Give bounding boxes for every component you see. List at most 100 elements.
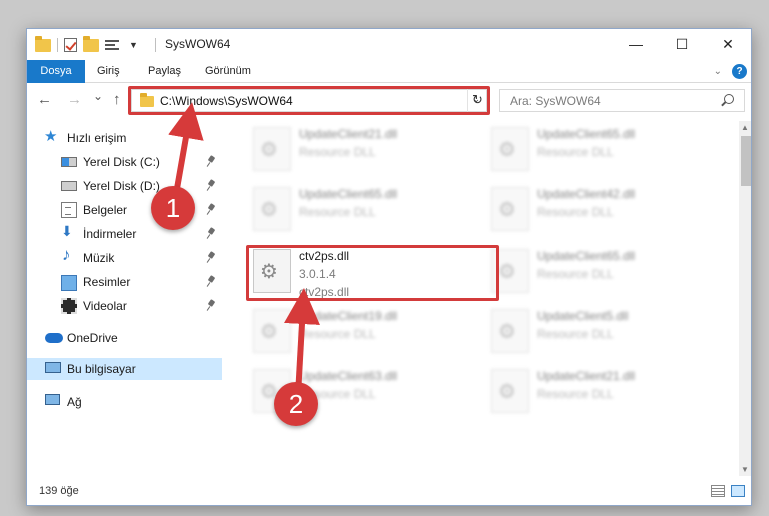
vertical-scrollbar[interactable]: ▲ ▼ (739, 121, 751, 476)
pin-icon (208, 180, 215, 191)
qat-dropdown-icon[interactable]: ▼ (129, 40, 138, 50)
new-folder-icon[interactable] (83, 35, 99, 52)
help-icon[interactable]: ? (732, 64, 747, 79)
expand-ribbon-icon[interactable]: ⌄ (714, 66, 722, 77)
sidebar-item-drive-c[interactable]: Yerel Disk (C:) (27, 151, 222, 173)
file-tile[interactable]: UpdateClient21.dll Resource DLL (247, 121, 477, 177)
scrollbar-thumb[interactable] (741, 136, 751, 186)
sidebar-item-label: Belgeler (83, 203, 128, 217)
up-arrow-icon[interactable]: ↑ (113, 91, 121, 108)
forward-arrow-icon[interactable]: → (67, 91, 82, 108)
this-pc-icon (45, 361, 61, 377)
view-buttons (711, 485, 745, 497)
file-tile[interactable]: UpdateClient65.dll Resource DLL (247, 181, 477, 237)
tab-view[interactable]: Görünüm (205, 60, 251, 83)
search-input[interactable]: Ara: SysWOW64 (499, 89, 745, 112)
navigation-pane: Hızlı erişim Yerel Disk (C:) Yerel Disk … (27, 121, 222, 476)
sidebar-item-label: Videolar (83, 299, 127, 313)
file-name: UpdateClient21.dll (537, 369, 636, 383)
file-description: Resource DLL (537, 205, 614, 219)
file-explorer-window: ▼ SysWOW64 — ☐ ✕ Dosya Giriş Paylaş Görü… (26, 28, 752, 506)
dll-file-icon (491, 127, 529, 171)
file-name: UpdateClient42.dll (537, 187, 636, 201)
file-description: Resource DLL (537, 145, 614, 159)
file-name: UpdateClient19.dll (299, 309, 398, 323)
file-tile[interactable]: UpdateClient65.dll Resource DLL (485, 243, 715, 299)
file-tile[interactable]: UpdateClient42.dll Resource DLL (485, 181, 715, 237)
file-description: Resource DLL (537, 327, 614, 341)
drive-icon (61, 178, 77, 194)
file-name: UpdateClient65.dll (537, 249, 636, 263)
file-name: UpdateClient65.dll (537, 127, 636, 141)
pin-icon (208, 276, 215, 287)
music-icon (61, 245, 77, 266)
file-tile[interactable]: UpdateClient19.dll Resource DLL (247, 303, 477, 359)
pin-icon (208, 228, 215, 239)
tab-share[interactable]: Paylaş (148, 60, 181, 83)
pictures-icon (61, 275, 77, 291)
callout-badge-2: 2 (274, 382, 318, 426)
sidebar-item-label: Müzik (83, 251, 115, 265)
pin-icon (208, 204, 215, 215)
file-tile[interactable]: UpdateClient21.dll Resource DLL (485, 363, 715, 419)
pin-icon (208, 156, 215, 167)
sidebar-item-label: Hızlı erişim (67, 131, 127, 145)
sidebar-item-this-pc[interactable]: Bu bilgisayar (27, 358, 222, 380)
divider (155, 38, 156, 52)
dll-file-icon (491, 309, 529, 353)
scroll-down-icon[interactable]: ▼ (741, 465, 749, 474)
callout-badge-1: 1 (151, 186, 195, 230)
recent-locations-icon[interactable]: ⌄ (93, 89, 103, 103)
sidebar-item-downloads[interactable]: İndirmeler (27, 223, 222, 245)
sidebar-item-label: Resimler (83, 275, 131, 289)
pin-icon (208, 252, 215, 263)
sidebar-item-network[interactable]: Ağ (27, 391, 222, 413)
status-bar: 139 öğe (27, 478, 751, 505)
file-description: Resource DLL (537, 387, 614, 401)
sidebar-item-label: OneDrive (67, 331, 118, 345)
customize-icon[interactable] (105, 38, 123, 52)
sidebar-item-onedrive[interactable]: OneDrive (27, 327, 222, 349)
address-highlight-box (128, 86, 490, 115)
minimize-button[interactable]: — (613, 29, 659, 59)
dll-file-icon (491, 369, 529, 413)
network-icon (45, 394, 61, 410)
search-icon[interactable] (724, 94, 734, 104)
scroll-up-icon[interactable]: ▲ (741, 123, 749, 132)
details-view-icon[interactable] (711, 485, 725, 497)
maximize-button[interactable]: ☐ (659, 29, 705, 59)
sidebar-item-label: Yerel Disk (C:) (83, 155, 160, 169)
onedrive-icon (45, 330, 63, 346)
search-placeholder: Ara: SysWOW64 (510, 94, 601, 108)
file-highlight-box (246, 245, 499, 301)
file-tile[interactable]: UpdateClient65.dll Resource DLL (485, 121, 715, 177)
sidebar-item-videos[interactable]: Videolar (27, 295, 222, 317)
file-name: UpdateClient65.dll (299, 187, 398, 201)
star-icon (44, 127, 61, 146)
sidebar-item-music[interactable]: Müzik (27, 245, 222, 269)
file-tile[interactable]: UpdateClient5.dll Resource DLL (485, 303, 715, 359)
tiles-view-icon[interactable] (731, 485, 745, 497)
tab-file[interactable]: Dosya (27, 60, 85, 83)
sidebar-item-quick-access[interactable]: Hızlı erişim (27, 127, 222, 149)
dll-file-icon (253, 187, 291, 231)
documents-icon (61, 202, 77, 218)
downloads-icon (61, 223, 77, 242)
sidebar-item-pictures[interactable]: Resimler (27, 271, 222, 293)
divider (57, 38, 58, 52)
close-button[interactable]: ✕ (705, 29, 751, 59)
file-description: Resource DLL (299, 145, 376, 159)
back-arrow-icon[interactable]: ← (37, 91, 52, 108)
properties-check-icon[interactable] (64, 38, 77, 52)
navigation-bar: ← → ⌄ ↑ C:\Windows\SysWOW64 ⌄ ↻ Ara: Sys… (27, 84, 751, 118)
file-description: Resource DLL (537, 267, 614, 281)
file-description: Resource DLL (299, 205, 376, 219)
dll-file-icon (253, 127, 291, 171)
videos-icon (61, 298, 77, 314)
sidebar-item-label: Bu bilgisayar (67, 362, 136, 376)
sidebar-item-drive-d[interactable]: Yerel Disk (D:) (27, 175, 222, 197)
ribbon-actions: ⌄ ? (714, 64, 747, 79)
tab-home[interactable]: Giriş (97, 60, 120, 83)
title-bar: ▼ SysWOW64 — ☐ ✕ (27, 29, 751, 60)
file-name: UpdateClient21.dll (299, 127, 398, 141)
